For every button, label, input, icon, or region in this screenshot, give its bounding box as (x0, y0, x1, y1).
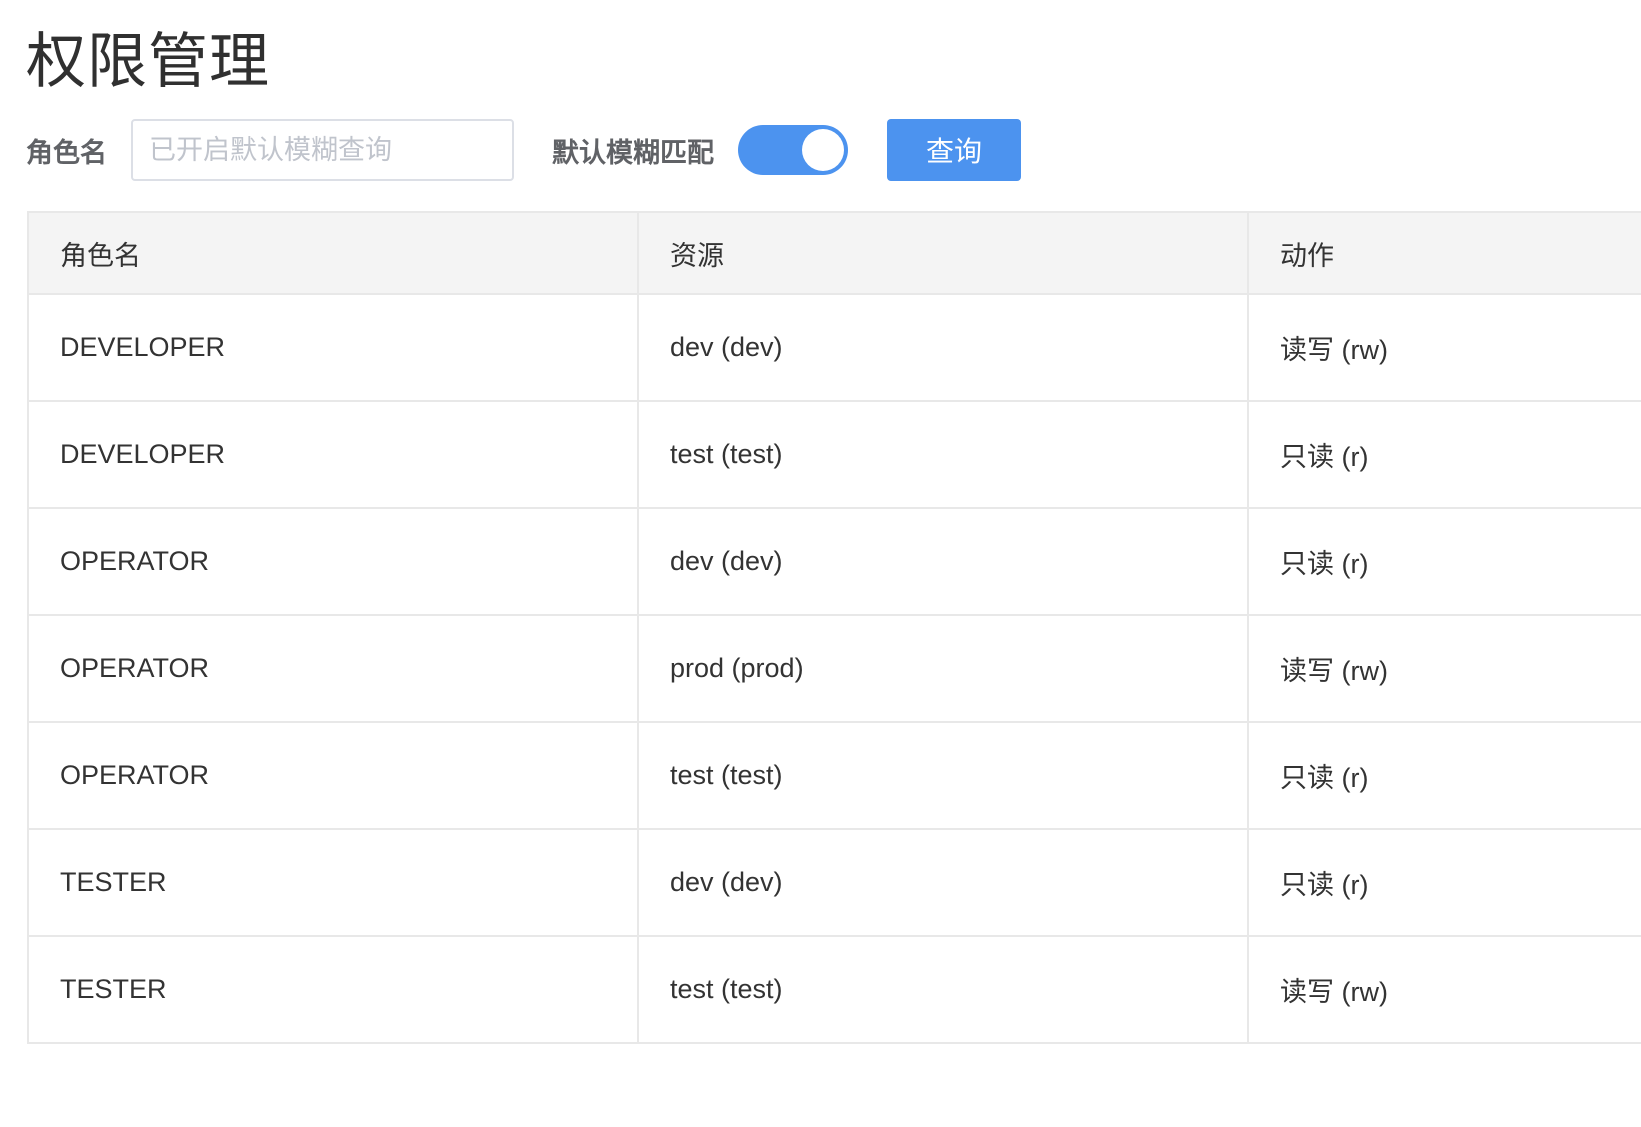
cell-resource: dev (dev) (637, 507, 1249, 616)
cell-action: 只读 (r) (1247, 828, 1641, 937)
role-name-label: 角色名 (26, 137, 107, 168)
cell-resource: prod (prod) (637, 614, 1249, 723)
cell-role: DEVELOPER (27, 293, 639, 402)
permission-table: 角色名 资源 动作 DEVELOPER dev (dev) 读写 (rw) DE… (27, 211, 1641, 1044)
query-button[interactable]: 查询 (887, 119, 1021, 181)
cell-resource: test (test) (637, 935, 1249, 1044)
filter-bar: 角色名 默认模糊匹配 查询 (26, 119, 1021, 181)
cell-resource: test (test) (637, 400, 1249, 509)
cell-action: 只读 (r) (1247, 400, 1641, 509)
toggle-knob (802, 129, 844, 171)
page-title: 权限管理 (26, 28, 270, 95)
column-header-resource: 资源 (637, 211, 1249, 295)
cell-role: OPERATOR (27, 721, 639, 830)
column-header-role: 角色名 (27, 211, 639, 295)
cell-resource: dev (dev) (637, 828, 1249, 937)
cell-action: 读写 (rw) (1247, 935, 1641, 1044)
table-row: DEVELOPER test (test) 只读 (r) (27, 400, 1641, 509)
cell-role: TESTER (27, 935, 639, 1044)
table-row: TESTER test (test) 读写 (rw) (27, 935, 1641, 1044)
cell-action: 读写 (rw) (1247, 293, 1641, 402)
cell-action: 只读 (r) (1247, 721, 1641, 830)
column-header-action: 动作 (1247, 211, 1641, 295)
cell-action: 只读 (r) (1247, 507, 1641, 616)
table-row: OPERATOR prod (prod) 读写 (rw) (27, 614, 1641, 723)
cell-action: 读写 (rw) (1247, 614, 1641, 723)
cell-role: TESTER (27, 828, 639, 937)
cell-resource: test (test) (637, 721, 1249, 830)
cell-resource: dev (dev) (637, 293, 1249, 402)
table-header-row: 角色名 资源 动作 (27, 211, 1641, 295)
fuzzy-match-toggle[interactable] (738, 125, 848, 175)
permission-management-page: 权限管理 角色名 默认模糊匹配 查询 角色名 资源 动作 (0, 0, 1641, 1127)
cell-role: OPERATOR (27, 507, 639, 616)
table-row: DEVELOPER dev (dev) 读写 (rw) (27, 293, 1641, 402)
table-row: OPERATOR test (test) 只读 (r) (27, 721, 1641, 830)
cell-role: OPERATOR (27, 614, 639, 723)
role-name-search-input[interactable] (131, 119, 514, 181)
fuzzy-match-label: 默认模糊匹配 (552, 137, 714, 168)
table-row: TESTER dev (dev) 只读 (r) (27, 828, 1641, 937)
cell-role: DEVELOPER (27, 400, 639, 509)
permission-table-container: 角色名 资源 动作 DEVELOPER dev (dev) 读写 (rw) DE… (27, 211, 1641, 1044)
table-row: OPERATOR dev (dev) 只读 (r) (27, 507, 1641, 616)
